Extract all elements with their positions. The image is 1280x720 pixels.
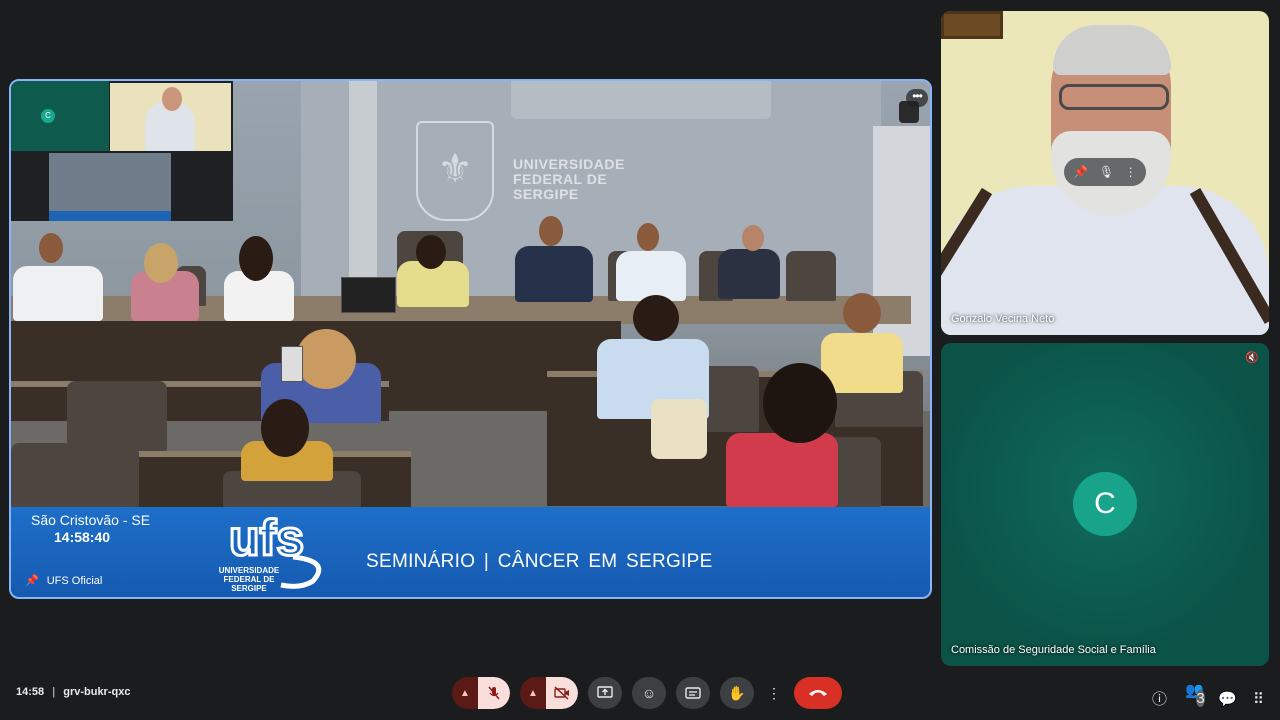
- more-vert-icon[interactable]: ⋮: [1125, 165, 1137, 179]
- embedded-room-tile: [49, 153, 171, 221]
- raise-hand-button[interactable]: ✋: [720, 677, 754, 709]
- participant-avatar: C: [1073, 472, 1137, 536]
- panelist: [13, 266, 103, 321]
- panelist-head: [539, 216, 563, 246]
- captions-button[interactable]: [676, 677, 710, 709]
- panelist-head: [742, 225, 764, 251]
- chair: [786, 251, 836, 301]
- audience-hair: [261, 399, 309, 457]
- panelist: [515, 246, 593, 302]
- captions-icon: [685, 687, 701, 699]
- embedded-speaker-tile: [110, 83, 231, 151]
- institution-wall-text: UNIVERSIDADE FEDERAL DE SERGIPE: [513, 157, 625, 202]
- embedded-avatar-tile: C: [11, 81, 109, 151]
- banner-location: São Cristovão - SE: [31, 512, 151, 528]
- camera-off-button[interactable]: [546, 677, 578, 709]
- embedded-avatar: C: [41, 109, 55, 123]
- panelist-head: [39, 233, 63, 263]
- audience-hair: [633, 295, 679, 341]
- ufs-logo-text: ufs: [229, 511, 304, 566]
- panelist-hair: [144, 243, 178, 283]
- laptop: [281, 346, 303, 382]
- activities-icon[interactable]: ⠿: [1251, 690, 1266, 708]
- audience-member: [821, 333, 903, 393]
- mic-icon[interactable]: 🎙: [1099, 165, 1114, 179]
- meeting-toolbar: 14:58 | grv-bukr-qxc ▲ ▲ ☺ ✋ ⋮ ⓘ 👥3 💬 ⠿: [0, 668, 1280, 720]
- side-panel-controls: ⓘ 👥3 💬 ⠿: [1152, 681, 1266, 716]
- chair: [67, 381, 167, 451]
- camera-control: ▲: [520, 677, 578, 709]
- wall-frame: [941, 11, 1003, 39]
- emoji-button[interactable]: ☺: [632, 677, 666, 709]
- chat-icon[interactable]: 💬: [1218, 690, 1237, 708]
- banner-clock: 14:58:40: [54, 529, 111, 545]
- panelist-head: [637, 223, 659, 251]
- meet-stage: ⚜ UNIVERSIDADE FEDERAL DE SERGIPE C ••• …: [0, 0, 1280, 720]
- leave-call-button[interactable]: [794, 677, 842, 709]
- tile-hover-controls: 📌 🎙 ⋮: [1064, 158, 1146, 186]
- pinned-participant-name: UFS Oficial: [46, 574, 103, 587]
- participant-name: Comissão de Seguridade Social e Família: [951, 644, 1156, 656]
- meeting-time: 14:58: [16, 686, 45, 698]
- more-options-button[interactable]: ⋮: [764, 677, 784, 709]
- mic-options-chevron-up-icon[interactable]: ▲: [452, 677, 478, 709]
- participant-name: Gonzalo Vecina Neto: [951, 313, 1055, 325]
- embedded-speaker-head: [162, 87, 182, 111]
- embedded-room-banner: [49, 211, 171, 221]
- divider: |: [52, 686, 56, 698]
- institution-line-2: FEDERAL DE: [513, 171, 608, 187]
- embedded-meeting-preview: C: [11, 81, 233, 221]
- panelist-hair: [416, 235, 446, 269]
- present-screen-icon: [597, 686, 613, 698]
- main-video-tile[interactable]: ⚜ UNIVERSIDADE FEDERAL DE SERGIPE C ••• …: [9, 79, 932, 599]
- audience-hair: [296, 329, 356, 389]
- mic-off-icon: [488, 686, 500, 700]
- people-icon[interactable]: 👥3: [1185, 681, 1205, 716]
- meeting-info: 14:58 | grv-bukr-qxc: [16, 686, 130, 698]
- participant-tile-gonzalo[interactable]: 📌 🎙 ⋮ Gonzalo Vecina Neto: [941, 11, 1269, 335]
- institution-line-1: UNIVERSIDADE: [513, 156, 625, 172]
- audience-head: [843, 293, 881, 333]
- camera-off-icon: [554, 686, 569, 700]
- present-screen-button[interactable]: [588, 677, 622, 709]
- emoji-icon: ☺: [641, 685, 657, 701]
- institution-line-3: SERGIPE: [513, 186, 579, 202]
- panelist-hair: [239, 236, 273, 281]
- mic-off-icon: 🔇: [1245, 352, 1259, 364]
- call-controls: ▲ ▲ ☺ ✋ ⋮: [452, 677, 842, 709]
- panelist: [718, 249, 780, 299]
- panelist: [616, 251, 686, 301]
- people-count-badge: 3: [1196, 690, 1205, 707]
- mic-control: ▲: [452, 677, 510, 709]
- handbag: [651, 399, 707, 459]
- broadcast-banner: São Cristovão - SE 14:58:40 ufs UNIVERSI…: [11, 507, 930, 597]
- speaker-glasses: [1059, 84, 1169, 110]
- participant-tile-comissao[interactable]: 🔇 C Comissão de Seguridade Social e Famí…: [941, 343, 1269, 666]
- ceiling-light: [511, 81, 771, 119]
- chair: [11, 443, 139, 507]
- camera-options-chevron-up-icon[interactable]: ▲: [520, 677, 546, 709]
- hang-up-icon: [809, 690, 827, 696]
- seminar-title: SEMINÁRIO | CÂNCER EM SERGIPE: [366, 551, 713, 572]
- speaker-hair: [1053, 25, 1171, 75]
- raise-hand-icon: ✋: [728, 684, 746, 701]
- more-vert-icon: ⋮: [767, 684, 781, 701]
- info-icon[interactable]: ⓘ: [1152, 688, 1167, 709]
- mic-off-button[interactable]: [478, 677, 510, 709]
- laptop: [341, 277, 396, 313]
- pin-icon[interactable]: 📌: [1073, 165, 1088, 179]
- meeting-code[interactable]: grv-bukr-qxc: [63, 686, 130, 698]
- pin-icon: 📌: [25, 575, 39, 587]
- ufs-logo-subtitle: UNIVERSIDADE FEDERAL DE SERGIPE: [218, 566, 280, 593]
- tile-more-options-icon[interactable]: •••: [906, 89, 928, 107]
- audience-hair: [763, 363, 837, 443]
- pinned-participant-label[interactable]: 📌 UFS Oficial: [25, 574, 103, 588]
- university-crest-icon: ⚜: [416, 121, 494, 221]
- audience-member: [726, 433, 838, 507]
